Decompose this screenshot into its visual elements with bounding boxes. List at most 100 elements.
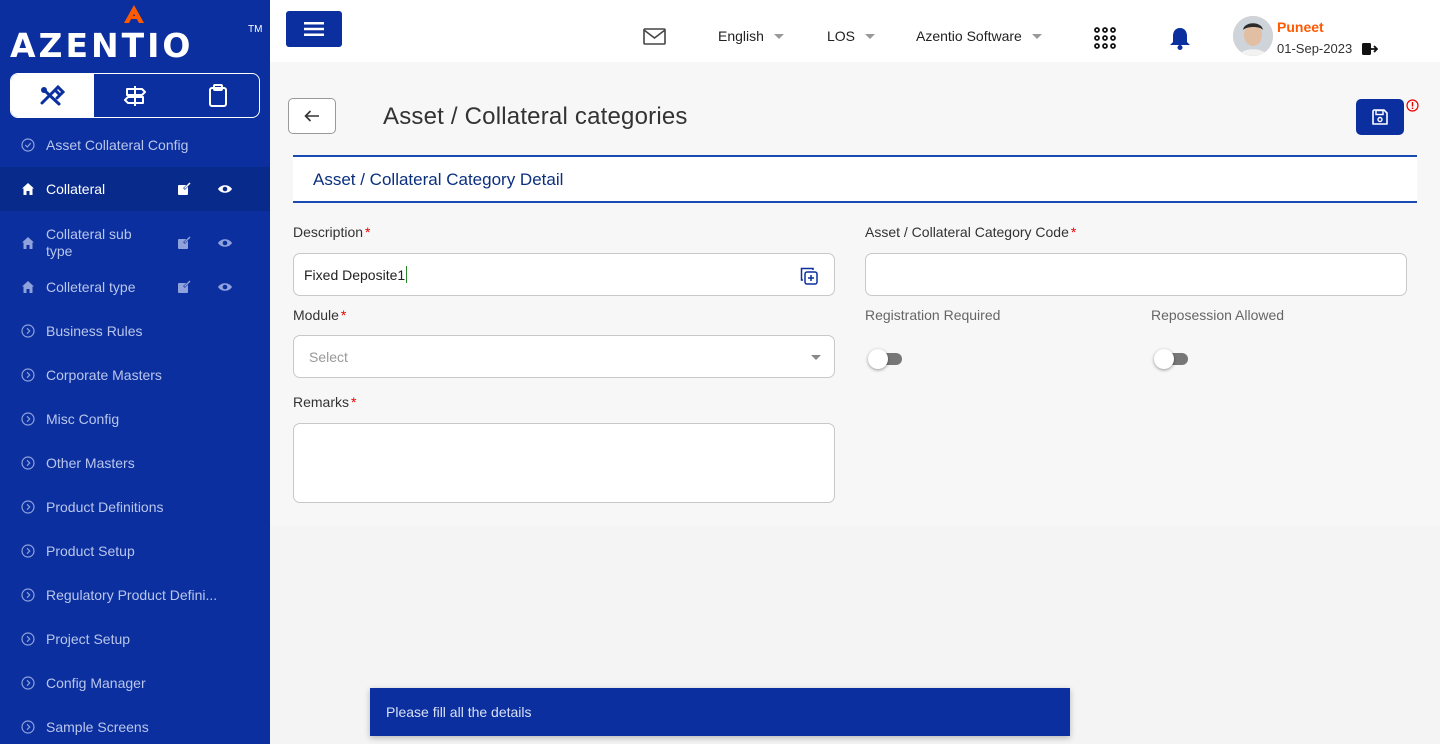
sidebar-item-other-masters[interactable]: Other Masters	[0, 441, 270, 485]
remarks-label-text: Remarks	[293, 394, 350, 410]
toggle-knob	[868, 349, 888, 369]
module-select[interactable]: LOS	[827, 28, 876, 44]
sidebar-item-label: Project Setup	[46, 630, 131, 647]
apps-grid-icon[interactable]	[1094, 27, 1116, 49]
sidebar-item-label: Collateral	[46, 180, 106, 197]
sidebar-item-sample-screens[interactable]: Sample Screens	[0, 705, 270, 744]
tab-tools[interactable]	[11, 74, 94, 117]
logo-mark-icon	[124, 5, 144, 23]
main-content: Asset / Collateral categories Asset / Co…	[270, 62, 1440, 526]
description-value: Fixed Deposite1	[304, 266, 406, 283]
module-label: LOS	[827, 28, 856, 44]
language-label: English	[718, 28, 764, 44]
home-icon	[22, 237, 34, 249]
sidebar-item-misc-config[interactable]: Misc Config	[0, 397, 270, 441]
toggle-knob	[1154, 349, 1174, 369]
module-placeholder: Select	[309, 348, 348, 365]
clipboard-icon	[208, 83, 227, 107]
chevron-circle-icon	[21, 500, 35, 514]
company-select[interactable]: Azentio Software	[916, 28, 1042, 44]
category-code-label: Asset / Collateral Category Code *	[865, 224, 1076, 240]
tools-icon	[40, 84, 66, 105]
description-input[interactable]: Fixed Deposite1	[293, 253, 835, 296]
required-marker: *	[1070, 224, 1077, 240]
chevron-circle-icon	[21, 676, 35, 690]
chevron-circle-icon	[21, 720, 35, 734]
chevron-down-icon	[773, 33, 784, 39]
chevron-circle-icon	[21, 544, 35, 558]
module-label: Module *	[293, 307, 346, 323]
sidebar-item-product-setup[interactable]: Product Setup	[0, 529, 270, 573]
brand-logo[interactable]: AZENTIO TM	[10, 4, 265, 65]
sidebar-item-product-definitions[interactable]: Product Definitions	[0, 485, 270, 529]
sidebar-item-label: Colleteral type	[46, 278, 136, 295]
logout-icon[interactable]	[1362, 42, 1378, 56]
copy-add-icon[interactable]	[800, 267, 818, 285]
tab-clipboard[interactable]	[176, 74, 259, 117]
avatar[interactable]	[1233, 16, 1273, 56]
sidebar-item-colleteral-type[interactable]: Colleteral type	[0, 265, 270, 309]
module-select-input[interactable]: Select	[293, 335, 835, 378]
registration-required-label: Registration Required	[865, 307, 1001, 323]
save-icon	[1372, 109, 1388, 125]
sidebar-item-asset-collateral-config[interactable]: Asset Collateral Config	[0, 123, 270, 167]
section-title: Asset / Collateral Category Detail	[313, 170, 564, 189]
module-label-text: Module	[293, 307, 339, 323]
sidebar-item-config-manager[interactable]: Config Manager	[0, 661, 270, 705]
sidebar-item-project-setup[interactable]: Project Setup	[0, 617, 270, 661]
sidebar-item-label: Business Rules	[46, 322, 143, 339]
topbar: English LOS Azentio Software Puneet 01-S…	[270, 0, 1440, 62]
save-button[interactable]	[1356, 99, 1404, 135]
sidebar-item-regulatory-product-defini[interactable]: Regulatory Product Defini...	[0, 573, 270, 617]
section-header: Asset / Collateral Category Detail	[293, 155, 1417, 203]
required-marker: *	[340, 307, 347, 323]
eye-icon[interactable]	[217, 279, 233, 295]
bell-icon[interactable]	[1169, 26, 1191, 50]
toast-text: Please fill all the details	[386, 704, 532, 720]
chevron-down-icon	[811, 355, 821, 360]
sidebar-item-label: Config Manager	[46, 674, 146, 691]
tab-signpost[interactable]	[94, 74, 177, 117]
text-cursor	[406, 266, 408, 283]
sidebar-item-label: Product Definitions	[46, 498, 164, 515]
required-marker: *	[365, 224, 371, 240]
chevron-down-icon	[1031, 33, 1042, 39]
company-label: Azentio Software	[916, 28, 1022, 44]
circle-check-icon	[21, 138, 35, 152]
home-icon	[22, 281, 34, 293]
category-code-label-text: Asset / Collateral Category Code	[865, 224, 1069, 240]
chevron-circle-icon	[21, 412, 35, 426]
edit-icon[interactable]	[176, 279, 192, 295]
sidebar-item-label: Asset Collateral Config	[46, 136, 189, 153]
description-label-text: Description	[293, 224, 364, 240]
user-date: 01-Sep-2023	[1277, 41, 1353, 56]
menu-toggle-button[interactable]	[286, 11, 342, 47]
user-name: Puneet	[1277, 19, 1324, 35]
chevron-circle-icon	[21, 368, 35, 382]
back-button[interactable]	[288, 98, 336, 134]
mail-icon[interactable]	[643, 28, 666, 45]
eye-icon[interactable]	[217, 181, 233, 197]
sidebar-item-collateral[interactable]: Collateral	[0, 167, 270, 211]
sidebar: AZENTIO TM Asset Collateral Config Collat…	[0, 0, 270, 744]
chevron-circle-icon	[21, 632, 35, 646]
sidebar-tabs	[10, 73, 260, 118]
remarks-textarea[interactable]	[293, 423, 835, 503]
page-title: Asset / Collateral categories	[383, 103, 688, 130]
registration-required-toggle[interactable]	[868, 348, 904, 370]
edit-icon[interactable]	[176, 235, 192, 251]
eye-icon[interactable]	[217, 235, 233, 251]
sidebar-item-corporate-masters[interactable]: Corporate Masters	[0, 353, 270, 397]
required-marker: *	[351, 394, 357, 410]
sidebar-item-collateral-sub-type[interactable]: Collateral sub type	[0, 216, 270, 270]
language-select[interactable]: English	[718, 28, 784, 44]
sidebar-item-label: Misc Config	[46, 410, 120, 427]
brand-tm: TM	[248, 24, 263, 35]
sidebar-item-business-rules[interactable]: Business Rules	[0, 309, 270, 353]
info-icon[interactable]	[1406, 99, 1419, 112]
edit-icon[interactable]	[176, 181, 192, 197]
toast-message: Please fill all the details	[370, 688, 1070, 736]
category-code-input[interactable]	[865, 253, 1407, 296]
brand-name: AZENTIO	[10, 26, 194, 65]
reposession-allowed-toggle[interactable]	[1154, 348, 1190, 370]
